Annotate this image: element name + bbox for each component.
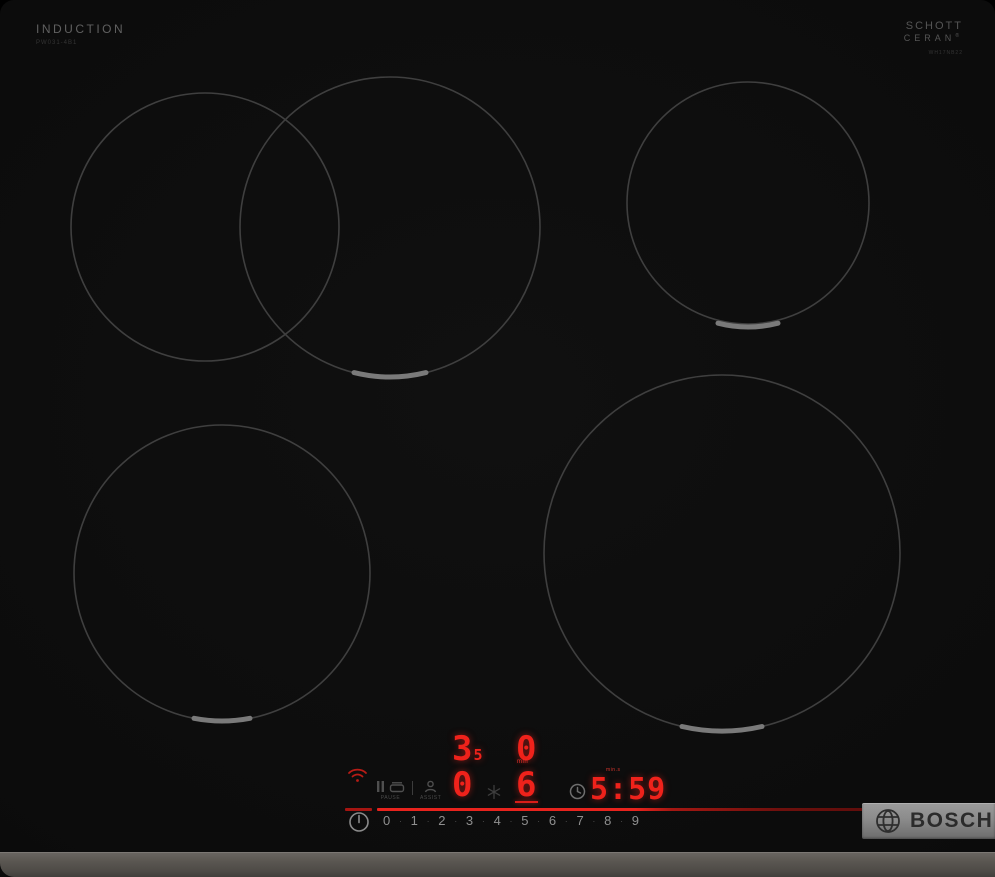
front-trim <box>0 852 995 877</box>
half-step-digit: 5 <box>473 746 483 764</box>
induction-print: INDUCTION PW031-4B1 <box>36 22 125 46</box>
assist-key[interactable]: ASSIST <box>420 780 441 801</box>
bosch-armature-icon <box>876 809 900 833</box>
level-indicator-bar[interactable] <box>377 808 895 811</box>
pan-icon <box>389 782 405 793</box>
cooking-zones <box>70 76 901 734</box>
display-zone-bottom-left[interactable]: 0 <box>452 768 472 802</box>
level-dot: · <box>564 815 568 826</box>
zone-marker-top-left <box>351 370 429 380</box>
induction-label: INDUCTION <box>36 22 126 36</box>
level-dot: · <box>537 815 541 826</box>
level-dot: · <box>620 815 624 826</box>
level-7[interactable]: 7 <box>576 813 583 828</box>
zone-ring-bottom-left <box>73 424 371 722</box>
level-4[interactable]: 4 <box>494 813 501 828</box>
assist-label: ASSIST <box>420 795 442 801</box>
zone-ring-top-left-outer <box>239 76 541 378</box>
display-zone-bottom-right[interactable]: 6 <box>516 768 536 802</box>
glass-code: WH17NB22 <box>928 50 963 56</box>
induction-hob: INDUCTION PW031-4B1 SCHOTT CERAN® WH17NB… <box>0 0 995 877</box>
bosch-logo-text: BOSCH <box>910 809 994 832</box>
chef-assist-icon <box>425 780 437 793</box>
schott-label: SCHOTT <box>905 20 963 32</box>
level-dot: · <box>454 815 458 826</box>
zone-timer-min-indicator: min <box>517 759 529 765</box>
zone-marker-bottom-right <box>679 724 765 734</box>
zone-ring-top-left-inner <box>70 92 340 362</box>
level-dot: · <box>426 815 430 826</box>
ceran-label: CERAN® <box>903 33 963 43</box>
divider <box>412 781 413 795</box>
level-2[interactable]: 2 <box>438 813 445 828</box>
level-dot: · <box>509 815 513 826</box>
selected-zone-underline <box>515 801 538 803</box>
level-dot: · <box>481 815 485 826</box>
level-6[interactable]: 6 <box>549 813 556 828</box>
power-button[interactable] <box>346 809 372 835</box>
timer-display[interactable]: 5:59 <box>590 775 666 805</box>
level-dot: · <box>398 815 402 826</box>
bosch-badge: BOSCH <box>862 803 995 839</box>
schott-ceran-print: SCHOTT CERAN® WH17NB22 <box>904 20 963 56</box>
level-3[interactable]: 3 <box>466 813 473 828</box>
power-icon <box>349 812 369 832</box>
level-0[interactable]: 0 <box>383 813 390 828</box>
pause-label: PAUSE <box>380 795 401 801</box>
level-slider[interactable]: 0 · 1 · 2 · 3 · 4 · 5 · 6 · 7 · 8 · 9 <box>383 813 639 828</box>
level-8[interactable]: 8 <box>604 813 611 828</box>
wifi-icon <box>347 767 368 789</box>
level-5[interactable]: 5 <box>521 813 528 828</box>
registered-mark: ® <box>955 33 963 39</box>
pause-icon <box>377 781 384 792</box>
zone-marker-bottom-left <box>191 715 253 724</box>
level-1[interactable]: 1 <box>411 813 418 828</box>
level-9[interactable]: 9 <box>632 813 639 828</box>
timer-clock-icon[interactable] <box>569 783 586 805</box>
level-dot: · <box>592 815 596 826</box>
model-code: PW031-4B1 <box>36 40 78 46</box>
zone-ring-bottom-right <box>543 374 901 732</box>
display-zone-top-left[interactable]: 35 <box>452 732 483 766</box>
pause-key[interactable]: PAUSE <box>376 780 405 801</box>
zone-ring-top-right <box>626 81 870 325</box>
star-icon[interactable] <box>486 784 502 805</box>
